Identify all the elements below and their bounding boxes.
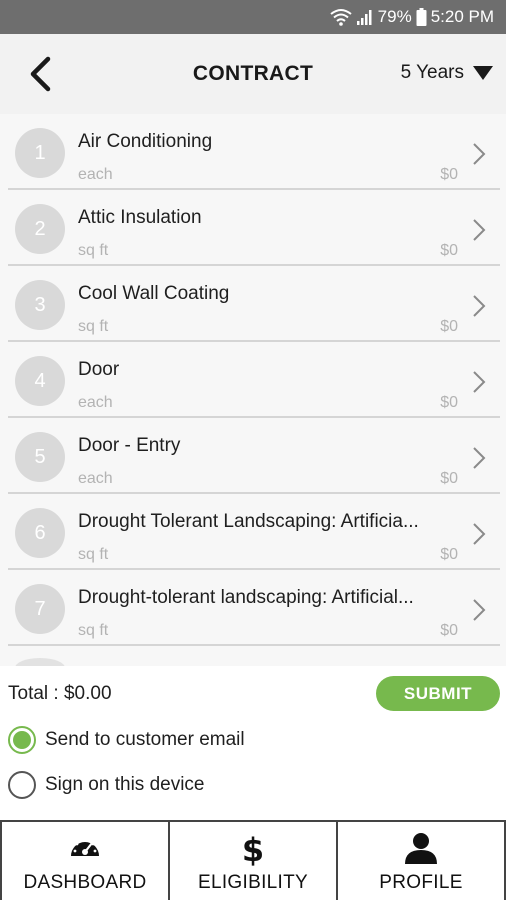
back-button[interactable] [22,54,58,94]
item-price: $0 [440,318,458,335]
list-item[interactable]: 5 Door - Entry each $0 [8,418,500,494]
radio-label: Send to customer email [45,729,245,750]
tab-label: ELIGIBILITY [198,872,308,893]
chevron-right-icon [473,371,486,393]
chevron-right-icon [473,143,486,165]
list-item[interactable]: 4 Door each $0 [8,342,500,418]
status-bar: 79% 5:20 PM [0,0,506,34]
item-unit: each [78,470,113,487]
item-price: $0 [440,470,458,487]
item-number: 6 [15,508,65,558]
item-name: Drought-tolerant landscaping: Artificial… [78,587,414,608]
item-price: $0 [440,394,458,411]
radio-unselected-icon[interactable] [8,771,36,799]
item-price: $0 [440,546,458,563]
list-item[interactable]: 2 Attic Insulation sq ft $0 [8,190,500,266]
period-value: 5 Years [400,62,464,83]
item-price: $0 [440,166,458,183]
submit-button[interactable]: SUBMIT [376,676,500,711]
item-name: Attic Insulation [78,207,202,228]
item-unit: sq ft [78,318,109,335]
tab-label: DASHBOARD [23,872,147,893]
list-item-partial [15,658,65,666]
chevron-right-icon [473,599,486,621]
item-number: 2 [15,204,65,254]
list-item[interactable]: 1 Air Conditioning each $0 [8,114,500,190]
chevron-right-icon [473,447,486,469]
header: CONTRACT 5 Years [0,34,506,114]
list-item[interactable]: 3 Cool Wall Coating sq ft $0 [8,266,500,342]
svg-text:$: $ [242,832,264,866]
chevron-right-icon [473,523,486,545]
period-dropdown[interactable]: 5 Years [401,62,494,84]
total-amount: Total : $0.00 [8,683,112,704]
item-unit: each [78,166,113,183]
divider [8,644,500,646]
item-number: 7 [15,584,65,634]
dollar-icon: $ [242,832,264,866]
bottom-nav: DASHBOARD $ ELIGIBILITY PROFILE [0,820,506,900]
battery-percent: 79% [377,7,412,26]
item-price: $0 [440,242,458,259]
item-price: $0 [440,622,458,639]
list-item[interactable]: 7 Drought-tolerant landscaping: Artifici… [8,570,500,646]
wifi-icon [330,8,352,26]
item-number: 4 [15,356,65,406]
item-name: Door - Entry [78,435,181,456]
chevron-right-icon [473,295,486,317]
item-number: 5 [15,432,65,482]
item-name: Door [78,359,120,380]
signal-icon [356,8,374,26]
radio-selected-icon[interactable] [8,726,36,754]
item-name: Cool Wall Coating [78,283,230,304]
dropdown-triangle-icon [473,66,493,80]
item-name: Drought Tolerant Landscaping: Artificia.… [78,511,419,532]
item-number: 1 [15,128,65,178]
person-icon [405,833,437,864]
speedometer-icon [71,838,99,856]
item-list[interactable]: 1 Air Conditioning each $0 2 Attic Insul… [0,114,506,666]
item-name: Air Conditioning [78,131,213,152]
tab-label: PROFILE [379,872,463,893]
tab-eligibility[interactable]: $ ELIGIBILITY [170,822,338,900]
radio-sign-device[interactable]: Sign on this device [8,771,205,799]
item-number: 3 [15,280,65,330]
tab-dashboard[interactable]: DASHBOARD [0,822,170,900]
item-unit: sq ft [78,622,109,639]
back-arrow-icon [30,56,51,92]
chevron-right-icon [473,219,486,241]
clock: 5:20 PM [430,7,494,26]
list-item[interactable]: 6 Drought Tolerant Landscaping: Artifici… [8,494,500,570]
item-unit: sq ft [78,242,109,259]
item-unit: sq ft [78,546,109,563]
radio-send-email[interactable]: Send to customer email [8,726,245,754]
battery-icon [416,8,427,26]
radio-label: Sign on this device [45,774,205,795]
tab-profile[interactable]: PROFILE [338,822,506,900]
item-unit: each [78,394,113,411]
